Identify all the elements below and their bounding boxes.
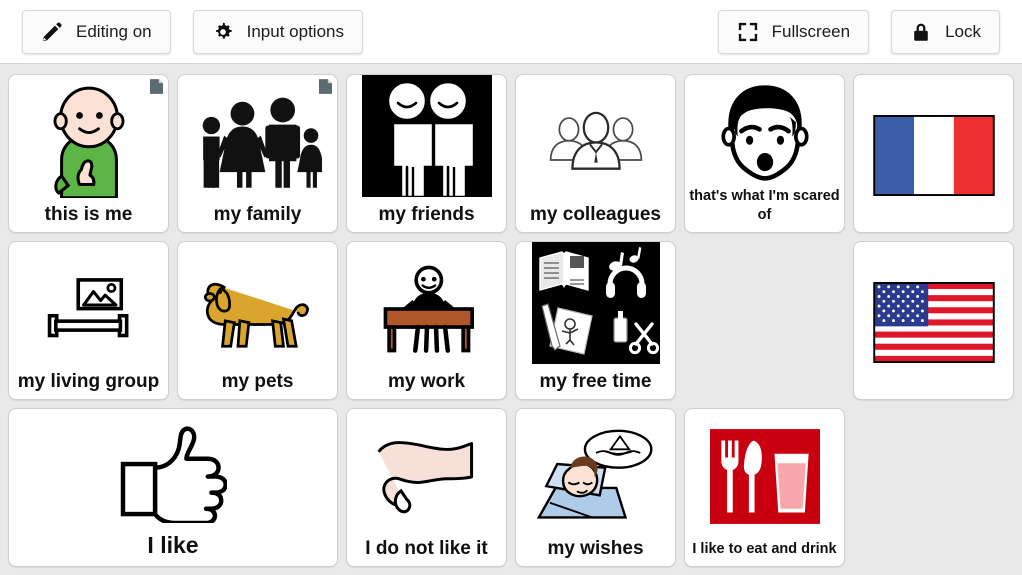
card-my-living-group[interactable]: my living group — [8, 241, 169, 400]
lock-button[interactable]: Lock — [891, 9, 1000, 54]
card-my-free-time[interactable]: my free time — [515, 241, 676, 400]
card-label: my family — [213, 204, 302, 226]
family-silhouettes-icon — [178, 75, 337, 205]
lock-icon — [910, 21, 932, 43]
thumbs-up-icon — [9, 409, 337, 533]
grid-cell: my free time — [511, 237, 680, 404]
card-label: my work — [387, 371, 466, 393]
card-thats-what-im-scared-of[interactable]: that's what I'm scared of — [684, 74, 845, 233]
sleeping-dreaming-icon — [516, 409, 675, 539]
card-i-like[interactable]: I like — [8, 408, 338, 567]
editing-on-label: Editing on — [76, 22, 152, 41]
card-label: that's what I'm scared of — [689, 187, 840, 224]
card-label: this is me — [44, 204, 133, 226]
grid-cell: my family — [173, 70, 342, 237]
grid-cell: my living group — [4, 237, 173, 404]
person-at-desk-icon — [347, 242, 506, 372]
cutlery-glass-red-icon — [685, 409, 844, 540]
card-my-family[interactable]: my family — [177, 74, 338, 233]
card-flag-usa[interactable] — [853, 241, 1014, 400]
card-flag-france[interactable] — [853, 74, 1014, 233]
grid-cell — [849, 237, 1018, 404]
flag-france-icon — [854, 75, 1013, 232]
card-label: my colleagues — [530, 204, 661, 226]
card-label: I like — [147, 531, 199, 558]
toolbar: Editing on Input options Fullscreen Lock — [0, 0, 1022, 64]
card-label: my living group — [17, 371, 160, 393]
toolbar-right-group: Fullscreen Lock — [717, 9, 1000, 54]
fullscreen-label: Fullscreen — [771, 22, 851, 41]
grid-cell: my friends — [342, 70, 511, 237]
pictogram-board: this is me my family my friends my colle… — [0, 64, 1022, 575]
lock-label: Lock — [945, 22, 981, 41]
card-my-colleagues[interactable]: my colleagues — [515, 74, 676, 233]
card-my-pets[interactable]: my pets — [177, 241, 338, 400]
card-label: I do not like it — [365, 538, 488, 560]
flag-usa-icon — [854, 242, 1013, 399]
card-i-do-not-like-it[interactable]: I do not like it — [346, 408, 507, 567]
grid-cell: my work — [342, 237, 511, 404]
input-options-button[interactable]: Input options — [192, 9, 363, 54]
grid-cell — [849, 70, 1018, 237]
living-group-frame-icon — [9, 242, 168, 372]
card-label: my friends — [378, 204, 475, 226]
editing-on-button[interactable]: Editing on — [22, 9, 171, 54]
card-this-is-me[interactable]: this is me — [8, 74, 169, 233]
card-my-friends[interactable]: my friends — [346, 74, 507, 233]
card-i-like-to-eat-and-drink[interactable]: I like to eat and drink — [684, 408, 845, 567]
grid-cell: I like — [4, 404, 342, 571]
pencil-icon — [41, 21, 63, 43]
worried-face-icon — [685, 75, 844, 187]
free-time-inverted-icon — [516, 242, 675, 372]
grid-cell: my pets — [173, 237, 342, 404]
grid-cell: my colleagues — [511, 70, 680, 237]
two-friends-inverted-icon — [347, 75, 506, 205]
card-label: I like to eat and drink — [692, 541, 837, 558]
card-my-work[interactable]: my work — [346, 241, 507, 400]
colleagues-group-icon — [516, 75, 675, 205]
card-label: my free time — [539, 371, 652, 393]
fullscreen-icon — [737, 21, 759, 43]
gear-icon — [212, 21, 234, 43]
grid-cell: that's what I'm scared of — [680, 70, 849, 237]
grid-cell: I do not like it — [342, 404, 511, 571]
fullscreen-button[interactable]: Fullscreen — [717, 9, 870, 54]
card-label: my pets — [221, 371, 294, 393]
grid-cell: I like to eat and drink — [680, 404, 849, 571]
grid-cell: my wishes — [511, 404, 680, 571]
toolbar-left-group: Editing on Input options — [22, 9, 363, 54]
card-my-wishes[interactable]: my wishes — [515, 408, 676, 567]
grid-cell: this is me — [4, 70, 173, 237]
pictogram-grid: this is me my family my friends my colle… — [4, 70, 1018, 571]
thumbs-down-icon — [347, 409, 506, 539]
person-pointing-self-icon — [9, 75, 168, 205]
input-options-label: Input options — [246, 22, 344, 41]
card-label: my wishes — [547, 538, 644, 560]
dog-icon — [178, 242, 337, 372]
